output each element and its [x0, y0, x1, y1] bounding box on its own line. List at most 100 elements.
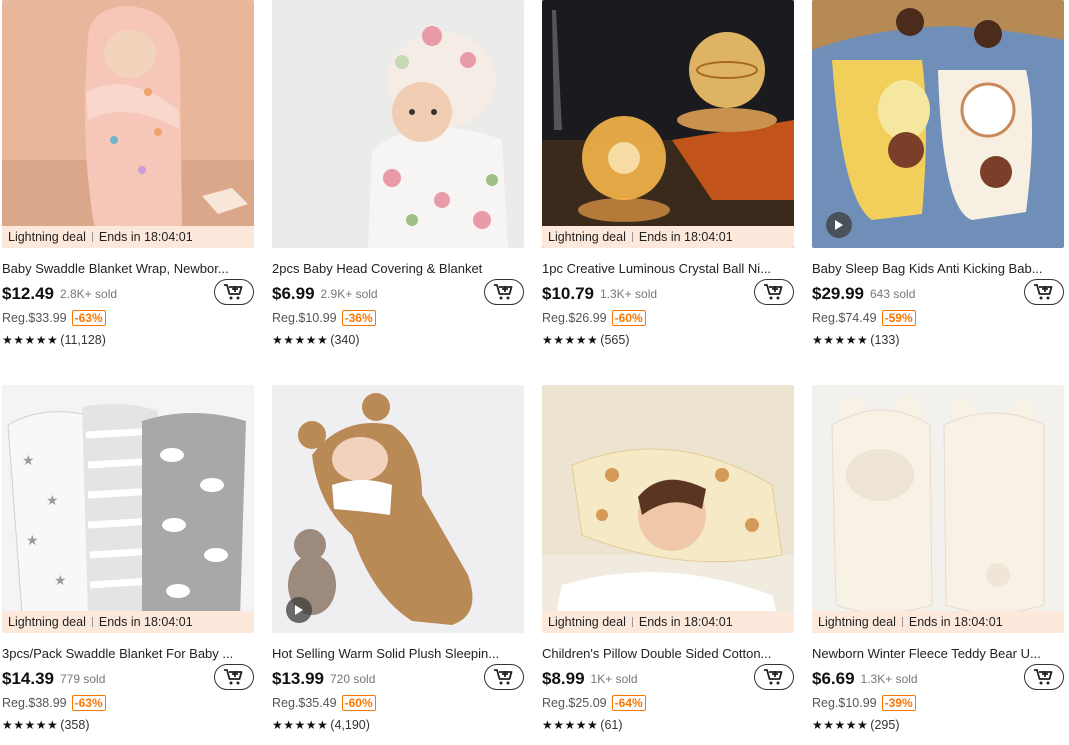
- review-count: (11,128): [60, 333, 106, 347]
- regular-price: Reg.$25.09: [542, 696, 607, 710]
- video-play-button[interactable]: [286, 597, 312, 623]
- add-to-cart-button[interactable]: [754, 664, 794, 690]
- add-to-cart-button[interactable]: [214, 279, 254, 305]
- product-card[interactable]: Hot Selling Warm Solid Plush Sleepin... …: [272, 385, 524, 733]
- product-grid: Lightning deal Ends in 18:04:01 Baby Swa…: [0, 0, 1069, 745]
- svg-text:★: ★: [26, 532, 39, 548]
- sold-count: 643 sold: [870, 287, 916, 301]
- product-image[interactable]: Lightning deal Ends in 18:04:01: [542, 385, 794, 633]
- video-play-button[interactable]: [826, 212, 852, 238]
- discount-badge: -60%: [611, 310, 646, 326]
- regular-price: Reg.$10.99: [272, 311, 337, 325]
- product-title[interactable]: Hot Selling Warm Solid Plush Sleepin...: [272, 646, 520, 662]
- review-count: (4,190): [330, 718, 370, 732]
- product-card[interactable]: Lightning deal Ends in 18:04:01 Children…: [542, 385, 794, 733]
- regular-price: Reg.$26.99: [542, 311, 607, 325]
- svg-text:★: ★: [54, 572, 67, 588]
- star-rating-icon: ★★★★★: [272, 718, 329, 732]
- product-image[interactable]: Lightning deal Ends in 18:04:01: [542, 0, 794, 248]
- star-rating-icon: ★★★★★: [542, 333, 599, 347]
- rating: ★★★★★ (61): [542, 717, 794, 733]
- product-image[interactable]: [812, 0, 1064, 248]
- product-image[interactable]: [272, 385, 524, 633]
- sold-count: 1K+ sold: [590, 672, 638, 686]
- regular-price: Reg.$10.99: [812, 696, 877, 710]
- add-to-cart-button[interactable]: [1024, 279, 1064, 305]
- review-count: (358): [60, 718, 90, 732]
- product-price: $14.39: [2, 669, 54, 688]
- regular-price: Reg.$38.99: [2, 696, 67, 710]
- lightning-deal-banner: Lightning deal Ends in 18:04:01: [542, 226, 794, 248]
- product-price: $12.49: [2, 284, 54, 303]
- divider: [91, 232, 93, 242]
- review-count: (295): [870, 718, 900, 732]
- discount-badge: -36%: [341, 310, 376, 326]
- deal-timer: Ends in 18:04:01: [638, 230, 733, 244]
- product-card[interactable]: ★ ★ ★ ★ Lightning deal Ends in 18:04:01 3pc…: [2, 385, 254, 733]
- product-price: $13.99: [272, 669, 324, 688]
- product-image[interactable]: [272, 0, 524, 248]
- deal-timer: Ends in 18:04:01: [98, 615, 193, 629]
- svg-text:★: ★: [46, 492, 59, 508]
- sold-count: 1.3K+ sold: [860, 672, 918, 686]
- star-rating-icon: ★★★★★: [542, 718, 599, 732]
- product-card[interactable]: Lightning deal Ends in 18:04:01 1pc Crea…: [542, 0, 794, 348]
- rating: ★★★★★ (340): [272, 332, 524, 348]
- product-title[interactable]: Children's Pillow Double Sided Cotton...: [542, 646, 790, 662]
- sold-count: 779 sold: [60, 672, 106, 686]
- lightning-deal-banner: Lightning deal Ends in 18:04:01: [542, 611, 794, 633]
- deal-timer: Ends in 18:04:01: [638, 615, 733, 629]
- sold-count: 2.9K+ sold: [320, 287, 378, 301]
- product-title[interactable]: 2pcs Baby Head Covering & Blanket: [272, 261, 520, 277]
- sold-count: 720 sold: [330, 672, 376, 686]
- product-card[interactable]: Lightning deal Ends in 18:04:01 Baby Swa…: [2, 0, 254, 348]
- product-card[interactable]: 2pcs Baby Head Covering & Blanket $6.99 …: [272, 0, 524, 348]
- add-to-cart-button[interactable]: [754, 279, 794, 305]
- rating: ★★★★★ (4,190): [272, 717, 524, 733]
- product-title[interactable]: Newborn Winter Fleece Teddy Bear U...: [812, 646, 1060, 662]
- product-image[interactable]: Lightning deal Ends in 18:04:01: [812, 385, 1064, 633]
- review-count: (565): [600, 333, 630, 347]
- product-price: $6.69: [812, 669, 855, 688]
- cart-icon: [764, 669, 783, 685]
- discount-badge: -63%: [71, 310, 106, 326]
- deal-timer: Ends in 18:04:01: [98, 230, 193, 244]
- cart-icon: [1034, 284, 1053, 300]
- product-price: $8.99: [542, 669, 585, 688]
- product-image[interactable]: ★ ★ ★ ★ Lightning deal Ends in 18:04:01: [2, 385, 254, 633]
- product-title[interactable]: 3pcs/Pack Swaddle Blanket For Baby ...: [2, 646, 250, 662]
- deal-timer: Ends in 18:04:01: [908, 615, 1003, 629]
- cart-icon: [224, 669, 243, 685]
- deal-label: Lightning deal: [818, 615, 896, 629]
- divider: [901, 617, 903, 627]
- add-to-cart-button[interactable]: [484, 664, 524, 690]
- product-image[interactable]: Lightning deal Ends in 18:04:01: [2, 0, 254, 248]
- add-to-cart-button[interactable]: [484, 279, 524, 305]
- product-card[interactable]: Baby Sleep Bag Kids Anti Kicking Bab... …: [812, 0, 1064, 348]
- star-rating-icon: ★★★★★: [272, 333, 329, 347]
- product-card[interactable]: Lightning deal Ends in 18:04:01 Newborn …: [812, 385, 1064, 733]
- deal-label: Lightning deal: [548, 230, 626, 244]
- add-to-cart-button[interactable]: [1024, 664, 1064, 690]
- product-price: $29.99: [812, 284, 864, 303]
- regular-price: Reg.$33.99: [2, 311, 67, 325]
- discount-badge: -63%: [71, 695, 106, 711]
- deal-label: Lightning deal: [8, 615, 86, 629]
- sold-count: 2.8K+ sold: [60, 287, 118, 301]
- discount-badge: -59%: [881, 310, 916, 326]
- star-rating-icon: ★★★★★: [2, 718, 59, 732]
- add-to-cart-button[interactable]: [214, 664, 254, 690]
- rating: ★★★★★ (133): [812, 332, 1064, 348]
- cart-icon: [1034, 669, 1053, 685]
- lightning-deal-banner: Lightning deal Ends in 18:04:01: [2, 611, 254, 633]
- review-count: (61): [600, 718, 623, 732]
- divider: [631, 617, 633, 627]
- lightning-deal-banner: Lightning deal Ends in 18:04:01: [2, 226, 254, 248]
- deal-label: Lightning deal: [548, 615, 626, 629]
- product-title[interactable]: Baby Sleep Bag Kids Anti Kicking Bab...: [812, 261, 1060, 277]
- regular-price: Reg.$35.49: [272, 696, 337, 710]
- product-title[interactable]: 1pc Creative Luminous Crystal Ball Ni...: [542, 261, 790, 277]
- play-icon: [295, 605, 303, 615]
- product-title[interactable]: Baby Swaddle Blanket Wrap, Newbor...: [2, 261, 250, 277]
- deal-label: Lightning deal: [8, 230, 86, 244]
